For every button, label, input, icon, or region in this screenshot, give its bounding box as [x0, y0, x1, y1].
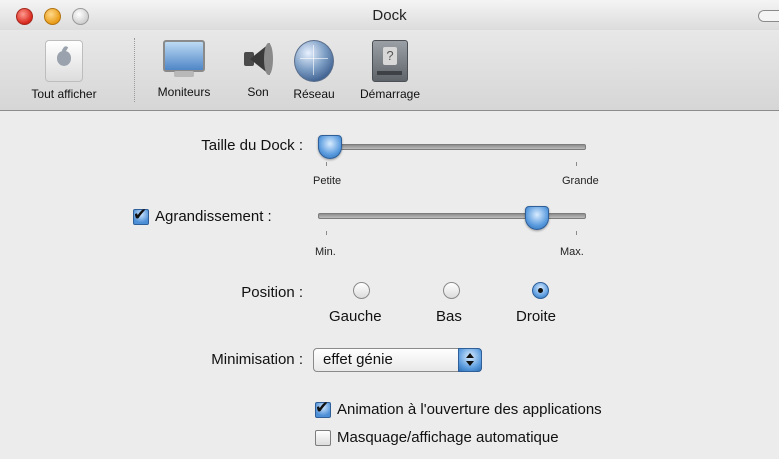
autohide-checkbox[interactable] — [315, 430, 331, 446]
minimize-effect-value: effet génie — [323, 351, 393, 368]
position-right-label: Droite — [516, 308, 557, 325]
position-label: Position : — [241, 284, 303, 301]
magnification-max-label: Max. — [560, 246, 584, 258]
apple-icon — [45, 40, 83, 82]
toolbar-item-sound[interactable]: Son — [236, 40, 280, 99]
autohide-label: Masquage/affichage automatique — [337, 429, 559, 446]
toolbar-toggle-button[interactable] — [758, 10, 779, 22]
animate-opening-label: Animation à l'ouverture des applications — [337, 401, 602, 418]
magnification-min-label: Min. — [315, 246, 336, 258]
dock-size-slider-thumb[interactable] — [318, 135, 342, 159]
slider-tick — [576, 231, 577, 235]
toolbar-item-label: Démarrage — [359, 87, 421, 101]
dock-size-min-label: Petite — [313, 175, 342, 187]
window-title: Dock — [372, 7, 407, 24]
network-globe-icon — [294, 40, 334, 82]
minimize-effect-popup[interactable]: effet génie — [313, 348, 482, 372]
toolbar-item-label: Réseau — [293, 87, 335, 101]
toolbar: Tout afficher Moniteurs Son Réseau Démar… — [0, 30, 779, 111]
position-left-radio[interactable] — [353, 282, 370, 299]
toolbar-item-show-all[interactable]: Tout afficher — [14, 40, 114, 101]
magnification-label: Agrandissement : — [155, 208, 272, 225]
position-left-label: Gauche — [329, 308, 382, 325]
checkmark-icon: ✔ — [315, 398, 330, 417]
startup-disk-icon — [372, 40, 408, 82]
title-bar: Dock — [0, 0, 779, 30]
dock-settings-panel: Taille du Dock : Petite Grande ✔ Agrandi… — [0, 111, 779, 459]
dock-size-label: Taille du Dock : — [201, 137, 303, 154]
speaker-icon — [240, 40, 276, 80]
position-bottom-label: Bas — [436, 308, 462, 325]
toolbar-item-startup-disk[interactable]: Démarrage — [350, 40, 430, 101]
minimize-label: Minimisation : — [211, 351, 303, 368]
toolbar-item-label: Moniteurs — [157, 85, 211, 99]
dock-size-slider-track[interactable] — [318, 144, 586, 150]
slider-tick — [576, 162, 577, 166]
toolbar-item-network[interactable]: Réseau — [288, 40, 340, 101]
slider-tick — [326, 162, 327, 166]
toolbar-divider — [134, 38, 135, 102]
toolbar-item-label: Son — [247, 85, 269, 99]
monitor-icon — [163, 40, 205, 80]
checkmark-icon: ✔ — [133, 205, 148, 224]
dock-size-max-label: Grande — [562, 175, 599, 187]
magnification-slider-thumb[interactable] — [525, 206, 550, 230]
position-bottom-radio[interactable] — [443, 282, 460, 299]
animate-opening-checkbox[interactable]: ✔ — [315, 398, 331, 418]
popup-arrows-icon — [458, 348, 482, 372]
position-right-radio[interactable] — [532, 282, 549, 299]
toolbar-item-label: Tout afficher — [31, 87, 97, 101]
magnification-checkbox[interactable]: ✔ — [133, 205, 149, 225]
slider-tick — [326, 231, 327, 235]
dock-preferences-window: Dock Tout afficher Moniteurs Son Réseau … — [0, 0, 779, 459]
toolbar-item-displays[interactable]: Moniteurs — [148, 40, 220, 99]
